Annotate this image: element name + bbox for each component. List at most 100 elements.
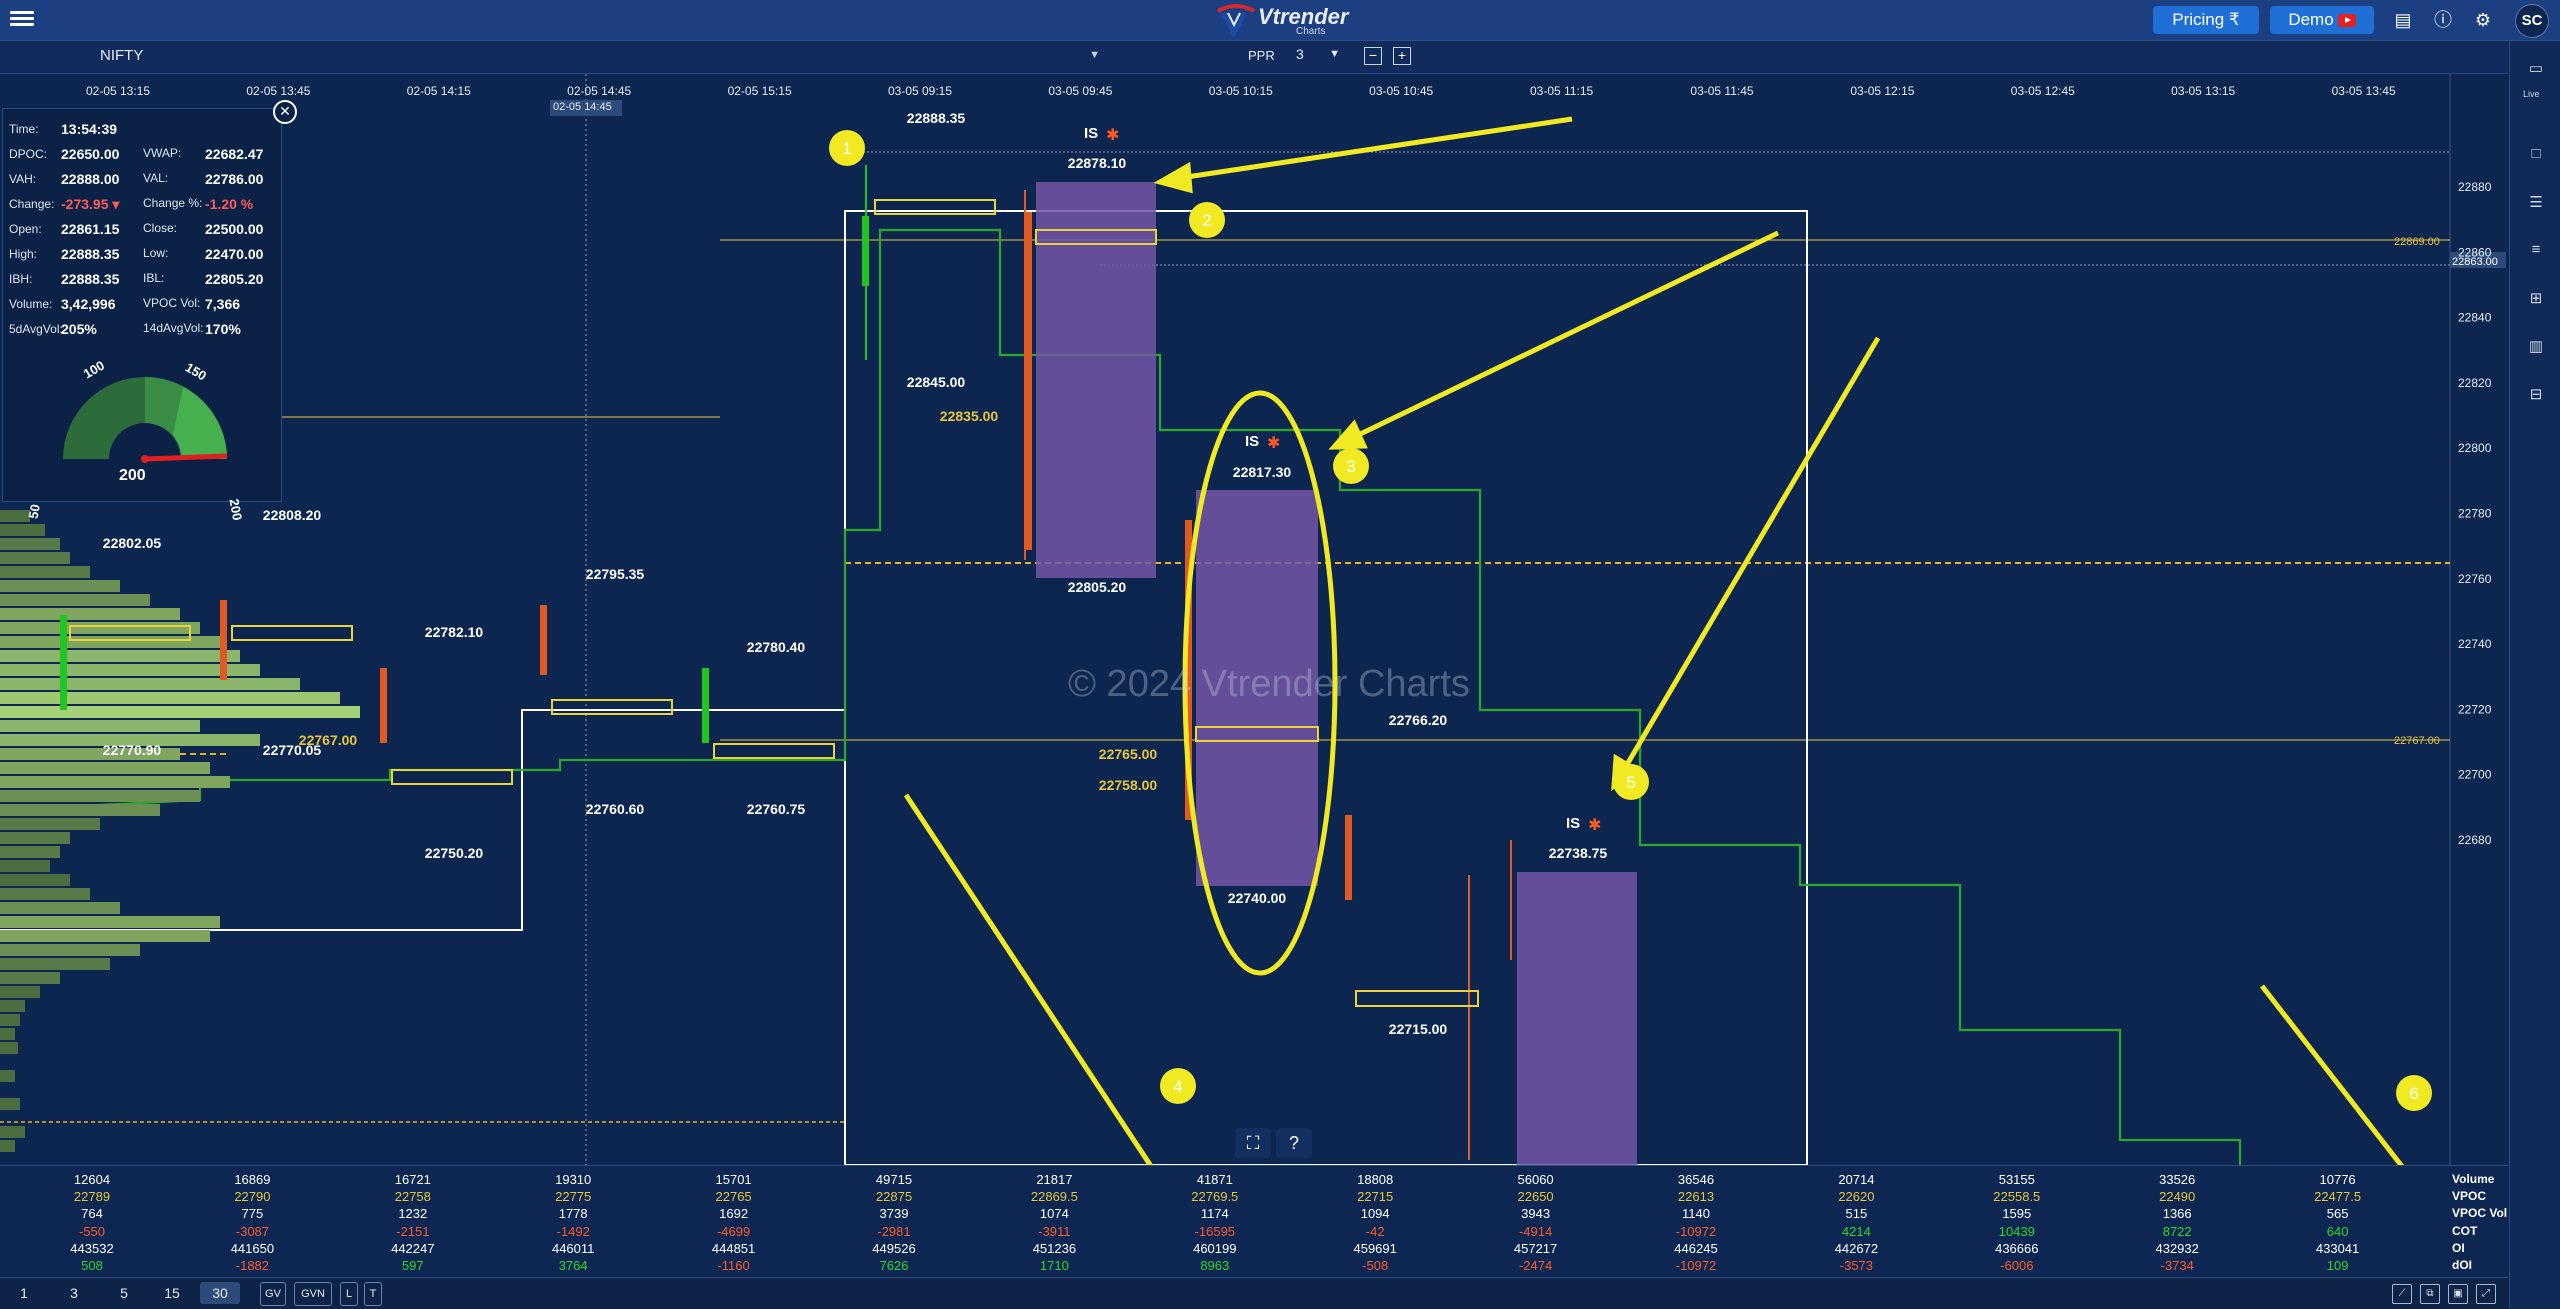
timeframe-button-1[interactable]: 1 [12, 1282, 36, 1304]
star-icon: ✱ [1106, 127, 1119, 144]
info-row: Open: 22861.15 Close: 22500.00 [9, 221, 263, 239]
stat-value: 565 [2326, 1206, 2349, 1222]
price-label: 22760.75 [747, 801, 806, 817]
stat-value: -1492 [556, 1223, 590, 1239]
stat-value: 4214 [1841, 1223, 1871, 1239]
stat-value: 16721 [394, 1172, 431, 1187]
stat-value: 12604 [73, 1172, 111, 1187]
stat-value: 459691 [1353, 1240, 1397, 1256]
stat-value: -3911 [1038, 1223, 1071, 1239]
stat-value: -4699 [716, 1223, 751, 1239]
stat-value: 446011 [551, 1240, 595, 1256]
time-axis: 02-05 13:15 02-05 13:45 02-05 14:15 02-05 1… [86, 84, 2396, 98]
price-label: 22805.20 [1068, 579, 1127, 595]
timeframe-button-5[interactable]: 5 [112, 1282, 136, 1304]
stat-value: 1074 [1039, 1206, 1069, 1222]
fullscreen-icon[interactable]: ▣ [2448, 1284, 2468, 1304]
expand-icon[interactable]: ⤢ [2476, 1284, 2496, 1304]
timeframe-button-15[interactable]: 15 [160, 1282, 184, 1304]
stat-value: 1174 [1200, 1206, 1229, 1222]
stat-value: 10776 [2319, 1172, 2356, 1187]
market-profile-chart[interactable]: 02-05 13:15 02-05 13:45 02-05 14:15 02-05 1… [0, 0, 2508, 1308]
info-key: Volume: [9, 297, 53, 311]
info-row: IBH: 22888.35 IBL: 22805.20 [9, 271, 263, 289]
stat-value: 109 [2326, 1258, 2349, 1273]
chart-labels: 22888.35 22878.10 22845.00 22835.00 22805.20… [103, 110, 1608, 1037]
time-tick-label: 02-05 13:45 [246, 84, 310, 98]
user-avatar[interactable]: SC [2515, 4, 2549, 38]
gauge-tick: 50 [25, 503, 43, 520]
columns-icon[interactable]: ▥ [2525, 337, 2547, 357]
stat-value: 53155 [1998, 1172, 2035, 1187]
star-icon: ✱ [1267, 435, 1280, 452]
rows-icon[interactable]: ≡ [2525, 241, 2547, 261]
right-sidebar: ▭ Live □ ☰ ≡ ⊞ ▥ ⊟ [2509, 41, 2560, 1308]
grid-icon[interactable]: ⊞ [2525, 289, 2547, 309]
stat-value: 8963 [1200, 1258, 1230, 1273]
screenshot-icon[interactable]: ⛶ [1235, 1128, 1271, 1158]
time-tick-label: 03-05 11:15 [1530, 84, 1593, 98]
level-tag: 22869.00 [2394, 236, 2440, 248]
stat-value: 21817 [1036, 1172, 1073, 1187]
stat-value: 22769.5 [1191, 1189, 1239, 1205]
annotation-number: 4 [1173, 1077, 1182, 1096]
close-icon[interactable]: ✕ [273, 100, 297, 124]
stat-value: 15701 [715, 1172, 752, 1187]
info-value: 7,366 [205, 296, 241, 312]
stat-value: 22558.5 [1993, 1189, 2041, 1205]
price-tick-label: 22780 [2458, 507, 2492, 521]
profile-block [1196, 490, 1318, 886]
stat-value: 432932 [2155, 1240, 2199, 1256]
line-chart-icon[interactable]: ⟋ [2392, 1284, 2412, 1304]
square-icon[interactable]: □ [2525, 145, 2547, 165]
time-tick-label: 03-05 13:15 [2171, 84, 2235, 98]
timeframe-button-3[interactable]: 3 [62, 1282, 86, 1304]
price-label: 22750.20 [425, 845, 484, 861]
info-value: 22650.00 [61, 146, 120, 162]
table-icon[interactable]: ⊟ [2525, 385, 2547, 405]
stat-value: 49715 [875, 1172, 913, 1187]
list-icon[interactable]: ☰ [2525, 193, 2547, 213]
volume-profile-histogram [0, 510, 360, 1152]
timeframe-button-30[interactable]: 30 [200, 1282, 240, 1304]
stat-value: 22790 [234, 1189, 271, 1205]
level-tag: 22767.00 [2394, 735, 2440, 747]
stat-value: 443532 [70, 1240, 114, 1256]
price-label: 22845.00 [907, 374, 966, 390]
price-label: 22758.00 [1099, 777, 1158, 793]
info-value: 22888.00 [61, 171, 120, 187]
info-row: Time: 13:54:39 [9, 121, 117, 139]
price-tick-label: 22880 [2458, 180, 2492, 194]
info-key: Time: [9, 122, 39, 136]
price-tick-label: 22720 [2458, 702, 2492, 716]
price-label: 22835.00 [940, 408, 999, 424]
chart-static [0, 74, 2506, 1222]
stat-value: 515 [1845, 1206, 1868, 1222]
stat-value: 36546 [1677, 1172, 1715, 1187]
stat-value: 460199 [1193, 1240, 1237, 1256]
toggle-t[interactable]: T [364, 1282, 382, 1306]
help-icon[interactable]: ? [1276, 1128, 1312, 1158]
annotation-number: 3 [1346, 457, 1355, 476]
price-label: 22795.35 [586, 566, 645, 582]
info-value: 22682.47 [205, 146, 264, 162]
info-value: 22786.00 [205, 171, 264, 187]
stat-value: 18808 [1357, 1172, 1394, 1187]
time-tick-label: 02-05 13:15 [86, 84, 150, 98]
export-icon[interactable]: ⧉ [2420, 1284, 2440, 1304]
toggle-gv[interactable]: GV [260, 1282, 286, 1306]
star-icon: ✱ [1588, 817, 1601, 834]
stat-value: 1595 [2002, 1206, 2032, 1222]
stat-value: -2474 [1518, 1258, 1553, 1273]
toggle-l[interactable]: L [340, 1282, 358, 1306]
time-tick-label: 02-05 15:15 [728, 84, 792, 98]
info-row: Change: -273.95 ▾ Change %: -1.20 % [9, 196, 253, 214]
stat-value: 508 [81, 1258, 103, 1273]
document-icon[interactable]: ▭ [2525, 59, 2547, 79]
toggle-gvn[interactable]: GVN [294, 1282, 332, 1306]
price-tick-label: 22680 [2458, 833, 2492, 847]
live-label: Live [2523, 89, 2540, 99]
price-label: 22802.05 [103, 535, 162, 551]
stat-value: 764 [81, 1206, 103, 1222]
info-value: 22888.35 [61, 271, 120, 287]
